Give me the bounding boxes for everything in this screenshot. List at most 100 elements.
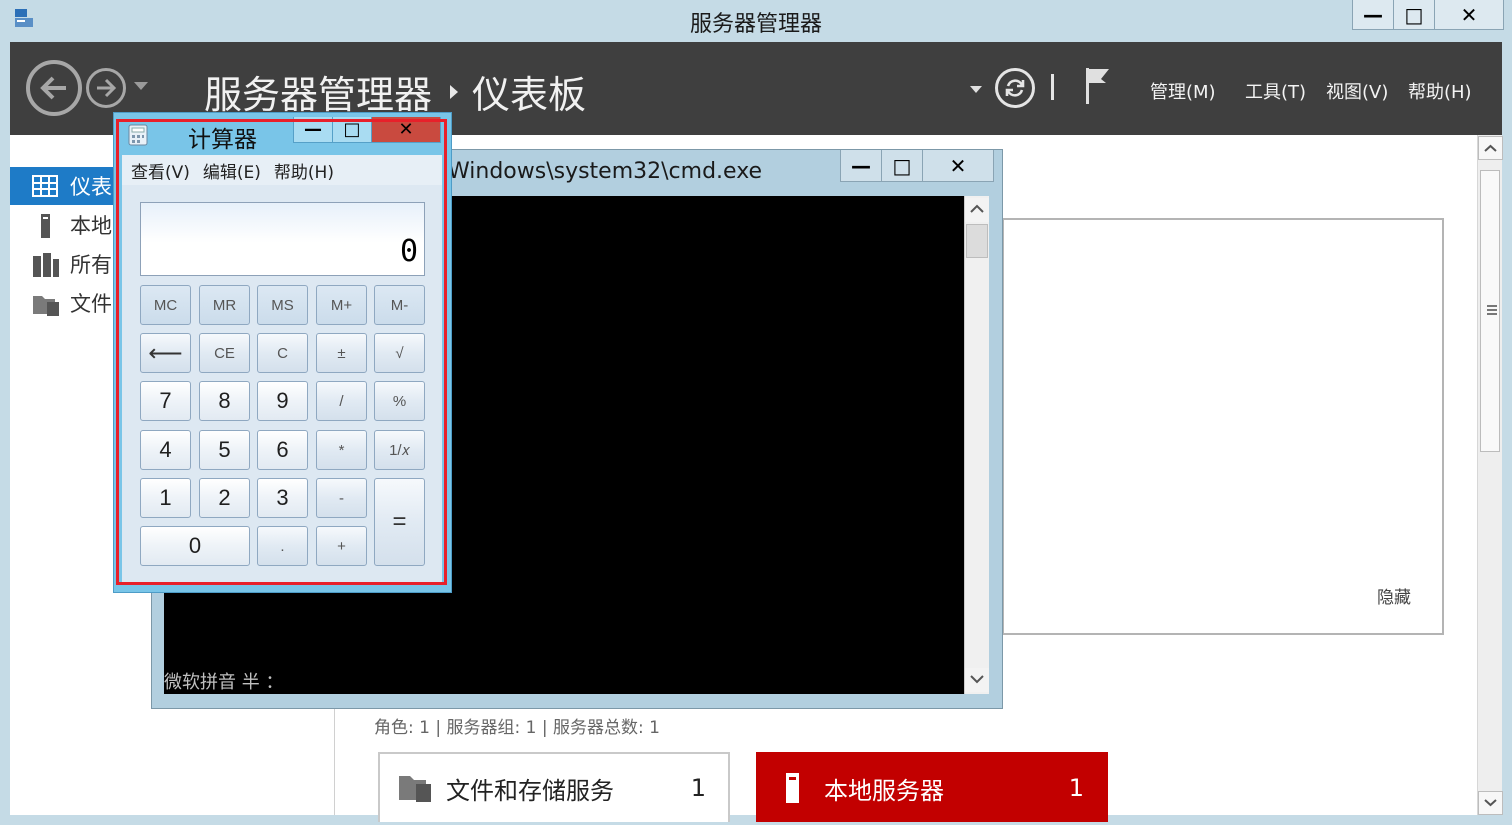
maximize-button[interactable]: □ [1393,0,1435,30]
reciprocal-button[interactable]: 1/𝑥 [374,430,425,470]
header-divider [1051,74,1054,100]
percent-button[interactable]: % [374,381,425,421]
menu-tools[interactable]: 工具(T) [1245,78,1306,104]
mc-button[interactable]: MC [140,285,191,325]
calc-menu-edit[interactable]: 编辑(E) [203,158,261,183]
refresh-icon [1005,79,1025,97]
chevron-down-icon [970,675,984,684]
digit-2-button[interactable]: 2 [199,478,250,518]
digit-9-button[interactable]: 9 [257,381,308,421]
digit-1-button[interactable]: 1 [140,478,191,518]
equals-button[interactable]: = [374,478,425,566]
calculator-title: 计算器 [188,127,257,153]
calculator-menubar: 查看(V) 编辑(E) 帮助(H) [122,155,442,185]
calculator-close-button[interactable]: ✕ [371,117,441,143]
digit-0-button[interactable]: 0 [140,526,250,566]
minimize-button[interactable]: — [1352,0,1394,30]
calculator-window[interactable]: 计算器 — □ ✕ 查看(V) 编辑(E) 帮助(H) 0 MC MR MS M… [113,112,452,593]
cmd-window-title: Windows\system32\cmd.exe [448,159,763,184]
cmd-scroll-up-button[interactable] [965,198,989,222]
close-button[interactable]: ✕ [1434,0,1504,30]
file-storage-icon [32,292,60,316]
local-server-icon [32,214,60,238]
breadcrumb-root[interactable]: 服务器管理器 [204,64,432,119]
menu-help[interactable]: 帮助(H) [1408,78,1472,104]
chevron-down-icon [1484,799,1497,807]
cmd-minimize-button[interactable]: — [840,150,882,182]
breadcrumb-current: 仪表板 [472,73,587,117]
m-plus-button[interactable]: M+ [316,285,367,325]
calc-menu-view[interactable]: 查看(V) [131,158,190,183]
sidebar-item-label: 仪表 [70,175,112,199]
sidebar-item-label: 本地 [70,214,112,238]
subtract-button[interactable]: - [316,478,367,518]
square-root-button[interactable]: √ [374,333,425,373]
cmd-maximize-button[interactable]: □ [881,150,923,182]
back-button[interactable] [26,60,82,116]
sidebar-item-label: 所有 [70,253,112,277]
cmd-window-controls: — □ ✕ [840,150,994,182]
breadcrumb-separator-icon [450,84,459,99]
roles-summary: 角色: 1 | 服务器组: 1 | 服务器总数: 1 [374,718,660,738]
calc-menu-help[interactable]: 帮助(H) [274,158,334,183]
grip-line [1487,313,1497,315]
digit-5-button[interactable]: 5 [199,430,250,470]
header-dropdown-icon[interactable] [970,86,982,93]
dashboard-icon [32,175,60,197]
calculator-maximize-button[interactable]: □ [332,117,372,143]
divide-button[interactable]: / [316,381,367,421]
tile-file-storage[interactable]: 文件和存储服务 1 [378,752,730,822]
digit-7-button[interactable]: 7 [140,381,191,421]
scroll-thumb[interactable] [1480,170,1500,452]
window-controls: — □ ✕ [1352,0,1504,30]
digit-8-button[interactable]: 8 [199,381,250,421]
negate-button[interactable]: ± [316,333,367,373]
ime-status: 微软拼音 半 ： [164,672,284,693]
main-scrollbar[interactable] [1477,135,1503,815]
notifications-flag-icon[interactable] [1084,66,1112,110]
cmd-close-button[interactable]: ✕ [922,150,994,182]
forward-button[interactable] [86,68,126,108]
digit-4-button[interactable]: 4 [140,430,191,470]
menu-manage[interactable]: 管理(M) [1150,78,1216,104]
refresh-button[interactable] [995,68,1035,108]
local-server-icon [776,772,810,804]
cmd-scrollbar[interactable] [964,196,989,694]
add-button[interactable]: + [316,526,367,566]
arrow-left-icon [40,76,66,100]
mr-button[interactable]: MR [199,285,250,325]
calculator-window-controls: — □ ✕ [293,117,441,143]
calculator-minimize-button[interactable]: — [293,117,333,143]
clear-entry-button[interactable]: CE [199,333,250,373]
chevron-up-icon [970,204,984,213]
tile-count: 1 [1068,774,1084,802]
all-servers-icon [32,253,60,277]
calculator-app-icon [128,124,148,146]
scroll-down-button[interactable] [1478,791,1503,815]
digit-6-button[interactable]: 6 [257,430,308,470]
grip-line [1487,309,1497,311]
scroll-up-button[interactable] [1478,136,1503,160]
digit-3-button[interactable]: 3 [257,478,308,518]
hide-welcome-link[interactable]: 隐藏 [1377,583,1411,608]
menu-view[interactable]: 视图(V) [1326,78,1388,104]
decimal-button[interactable]: . [257,526,308,566]
arrow-right-icon [97,78,117,98]
backspace-button[interactable]: ⟵ [140,333,191,373]
clear-button[interactable]: C [257,333,308,373]
tile-label: 本地服务器 [824,776,944,805]
grip-line [1487,305,1497,307]
ms-button[interactable]: MS [257,285,308,325]
calculator-display: 0 [140,202,425,276]
m-minus-button[interactable]: M- [374,285,425,325]
file-storage-icon [398,772,432,804]
cmd-scroll-down-button[interactable] [965,668,989,692]
chevron-up-icon [1484,144,1497,152]
cmd-scroll-thumb[interactable] [966,224,988,258]
multiply-button[interactable]: * [316,430,367,470]
welcome-panel [1002,218,1444,635]
window-title: 服务器管理器 [689,12,822,37]
breadcrumb: 服务器管理器 仪表板 [204,64,586,119]
history-dropdown-icon[interactable] [134,82,148,90]
tile-local-server[interactable]: 本地服务器 1 [756,752,1108,822]
